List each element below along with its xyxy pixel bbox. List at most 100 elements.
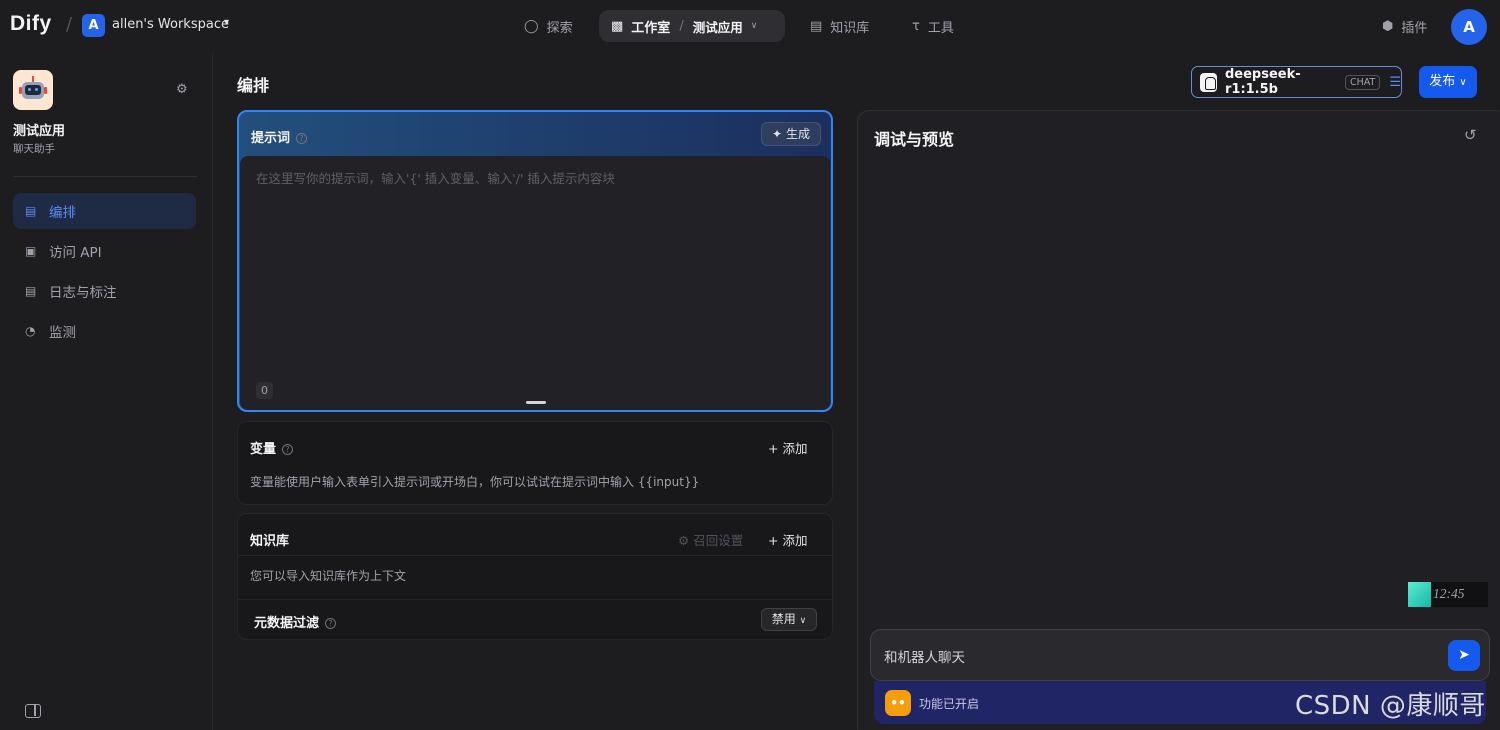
variables-title: 变量? [250,438,294,457]
thumbnail-time: 12:45 [1433,586,1465,601]
chat-input-placeholder: 和机器人聊天 [884,650,965,666]
resize-handle[interactable] [526,401,546,404]
current-app-name[interactable]: 测试应用 [693,17,743,36]
compass-icon: ◯ [524,18,539,34]
sliders-icon[interactable]: ☰ [1389,75,1401,90]
send-icon: ➤ [1458,647,1470,663]
nav-knowledge[interactable]: ▤ 知识库 [810,10,869,42]
sidebar-item-logs[interactable]: ▤ 日志与标注 [13,273,196,309]
generate-label: 生成 [785,127,810,141]
sidebar-item-monitor[interactable]: ◔ 监测 [13,313,196,349]
breadcrumb-separator: / [679,18,684,34]
sparkle-icon: ✦ [772,127,783,141]
feature-status: 功能已开启 [919,697,980,711]
nav-tools-label: 工具 [927,20,954,36]
sidebar-item-orchestrate[interactable]: ▤ 编排 [13,193,196,229]
workspace-name[interactable]: allen's Workspace [112,17,229,32]
generate-button[interactable]: ✦ 生成 [761,122,821,146]
document-icon: ▤ [25,284,37,298]
robot-ear [44,87,47,94]
plugins-button[interactable]: ⬢ 插件 [1382,17,1427,36]
thumbnail-image [1408,582,1431,607]
add-label: 添加 [782,441,808,456]
cube-icon: ⬢ [1382,19,1394,34]
add-knowledge-button[interactable]: + 添加 [768,530,807,549]
divider [238,599,832,600]
chevron-down-icon: ∨ [1459,77,1467,88]
page-title: 编排 [237,76,270,95]
chevron-down-icon: ∨ [799,616,807,626]
debug-title: 调试与预览 [874,130,955,149]
nav-studio[interactable]: ▩ 工作室 / 测试应用 ∨ [599,10,785,42]
user-avatar[interactable]: A [1451,9,1487,45]
breadcrumb-separator: / [66,14,73,35]
robot-eye [28,88,31,91]
recall-settings-button[interactable]: ⚙ 召回设置 [678,530,743,549]
prompt-card: 提示词? ✦ 生成 在这里写你的提示词，输入'{' 插入变量、输入'/' 插入提… [237,110,833,412]
variables-title-label: 变量 [250,442,277,457]
metadata-filter-select[interactable]: 禁用 ∨ [761,608,817,631]
app-name: 测试应用 [13,124,66,139]
settings-icon: ⚙ [678,533,690,548]
robot-eye [35,88,38,91]
prompt-title: 提示词? [251,127,308,146]
terminal-icon: ▣ [25,244,37,258]
model-selector[interactable]: deepseek-r1:1.5b CHAT ☰ [1191,66,1402,98]
chevron-down-icon[interactable]: ▾ [224,17,229,28]
layout-icon: ▤ [25,204,37,218]
sidebar-collapse-icon[interactable] [25,704,41,718]
refresh-icon[interactable]: ↺ [1464,126,1477,144]
recall-label: 召回设置 [693,533,744,548]
chat-input[interactable]: 和机器人聊天 ➤ [870,629,1490,681]
app-settings-icon[interactable]: ⚙ [176,82,188,97]
model-mode-badge: CHAT [1345,74,1381,90]
metadata-filter-value: 禁用 [771,612,796,626]
publish-button[interactable]: 发布 ∨ [1419,66,1477,98]
gauge-icon: ◔ [25,324,36,338]
metadata-filter-title: 元数据过滤? [254,612,337,631]
metadata-filter-label: 元数据过滤 [254,616,320,631]
top-bar: Dify / A allen's Workspace ▾ ◯ 探索 ▩ 工作室 … [0,0,1500,53]
llama-icon [1200,72,1217,92]
add-variable-button[interactable]: + 添加 [768,438,807,457]
hammer-icon: τ [912,18,920,34]
add-label: 添加 [782,533,808,548]
feature-icon: •• [885,690,911,716]
nav-explore-label: 探索 [546,20,573,36]
variables-card: 变量? + 添加 变量能使用户输入表单引入提示词或开场白，你可以试试在提示词中输… [237,421,833,505]
variables-description: 变量能使用户输入表单引入提示词或开场白，你可以试试在提示词中输入 {{input… [250,475,700,489]
sidebar-item-api[interactable]: ▣ 访问 API [13,233,196,269]
char-count: 0 [256,382,273,399]
divider [13,176,197,177]
workspace-avatar[interactable]: A [82,14,105,37]
send-button[interactable]: ➤ [1448,640,1480,671]
nav-studio-label[interactable]: 工作室 [631,17,670,36]
book-icon: ▤ [810,18,823,34]
debug-preview-panel: 调试与预览 ↺ 12:45 和机器人聊天 ➤ •• 功能已开启 [857,110,1500,730]
knowledge-title: 知识库 [250,534,290,549]
plugins-label: 插件 [1401,21,1428,36]
prompt-editor[interactable]: 在这里写你的提示词，输入'{' 插入变量、输入'/' 插入提示内容块 0 [240,156,830,410]
sidebar-item-label: 访问 API [49,245,102,261]
knowledge-card: 知识库 ⚙ 召回设置 + 添加 您可以导入知识库作为上下文 元数据过滤? 禁用 … [237,513,833,640]
nav-knowledge-label: 知识库 [830,20,870,36]
chevron-down-icon[interactable]: ∨ [751,21,758,31]
model-name: deepseek-r1:1.5b [1224,67,1301,97]
help-icon[interactable]: ? [296,133,308,144]
watermark: CSDN @康顺哥 [1295,691,1486,721]
help-icon[interactable]: ? [325,618,337,629]
publish-label: 发布 [1429,74,1456,89]
help-icon[interactable]: ? [282,444,294,455]
robot-icon: ▩ [611,18,624,34]
knowledge-description: 您可以导入知识库作为上下文 [250,569,407,583]
sidebar: ⚙ 测试应用 聊天助手 ▤ 编排 ▣ 访问 API ▤ 日志与标注 ◔ 监测 [0,53,213,730]
app-icon[interactable] [13,70,53,110]
nav-explore[interactable]: ◯ 探索 [524,10,573,42]
clock-thumbnail: 12:45 [1408,582,1488,607]
prompt-title-label: 提示词 [251,131,291,146]
plus-icon: + [768,441,779,456]
dify-logo[interactable]: Dify [10,12,52,36]
plus-icon: + [768,533,779,548]
nav-tools[interactable]: τ 工具 [912,10,954,42]
sidebar-item-label: 监测 [49,325,76,341]
